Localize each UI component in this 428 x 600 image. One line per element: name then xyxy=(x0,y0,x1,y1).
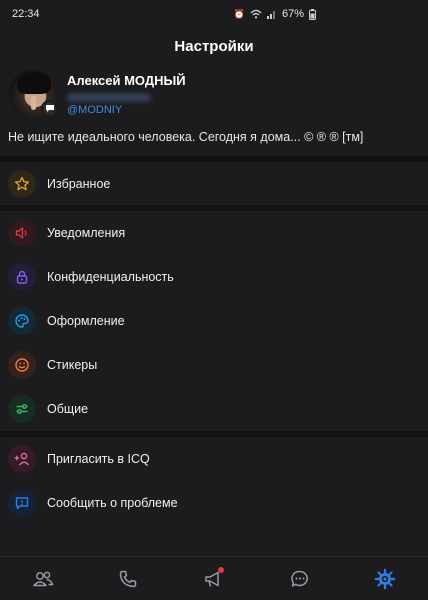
smile-icon xyxy=(8,351,36,379)
alarm-icon: ⏰ xyxy=(233,8,245,19)
status-bubble-icon[interactable] xyxy=(41,100,58,117)
bottom-navigation xyxy=(0,556,428,600)
menu-label-stickers: Стикеры xyxy=(47,358,98,372)
status-time: 22:34 xyxy=(12,8,40,20)
settings-gear-icon xyxy=(374,568,396,589)
menu-label-favorites: Избранное xyxy=(47,177,111,191)
menu-item-privacy[interactable]: Конфиденциальность xyxy=(0,255,428,299)
menu-item-stickers[interactable]: Стикеры xyxy=(0,343,428,387)
profile-username[interactable]: @MODNIY xyxy=(67,104,122,116)
nav-chats[interactable] xyxy=(278,557,322,600)
nav-settings[interactable] xyxy=(363,557,407,600)
menu-item-notifications[interactable]: Уведомления xyxy=(0,211,428,255)
wifi-icon xyxy=(250,9,262,19)
report-icon xyxy=(8,489,36,517)
star-icon xyxy=(8,170,36,198)
menu-item-favorites[interactable]: Избранное xyxy=(0,162,428,206)
menu-label-invite: Пригласить в ICQ xyxy=(47,452,150,466)
contacts-icon xyxy=(33,571,54,586)
menu-item-report[interactable]: Сообщить о проблеме xyxy=(0,481,428,525)
menu-label-privacy: Конфиденциальность xyxy=(47,270,174,284)
palette-icon xyxy=(8,307,36,335)
battery-icon xyxy=(309,8,316,20)
sliders-icon xyxy=(8,395,36,423)
menu-item-invite[interactable]: Пригласить в ICQ xyxy=(0,437,428,481)
menu-label-report: Сообщить о проблеме xyxy=(47,496,178,510)
nav-channels[interactable] xyxy=(192,557,236,600)
status-bar: 22:34 ⏰ 67% xyxy=(0,0,428,28)
phone-number-blurred xyxy=(67,93,151,102)
profile-name: Алексей МОДНЫЙ xyxy=(67,73,186,88)
page-title: Настройки xyxy=(174,37,254,55)
phone-icon xyxy=(120,570,137,587)
notification-dot xyxy=(217,566,224,573)
lock-icon xyxy=(8,263,36,291)
menu-label-general: Общие xyxy=(47,402,89,416)
signal-icon xyxy=(266,11,275,19)
profile-status-text[interactable]: Не ищите идеального человека. Сегодня я … xyxy=(8,130,422,144)
add-user-icon xyxy=(8,445,36,473)
menu-item-appearance[interactable]: Оформление xyxy=(0,299,428,343)
menu-item-general[interactable]: Общие xyxy=(0,387,428,431)
nav-contacts[interactable] xyxy=(21,557,65,600)
menu-label-notifications: Уведомления xyxy=(47,226,126,240)
battery-percent: 67% xyxy=(281,8,304,20)
profile-card[interactable]: Алексей МОДНЫЙ @MODNIY xyxy=(0,66,428,122)
speaker-icon xyxy=(8,219,36,247)
nav-calls[interactable] xyxy=(106,557,150,600)
chat-icon xyxy=(290,570,308,587)
menu-label-appearance: Оформление xyxy=(47,314,125,328)
status-icons: ⏰ 67% xyxy=(234,8,316,20)
